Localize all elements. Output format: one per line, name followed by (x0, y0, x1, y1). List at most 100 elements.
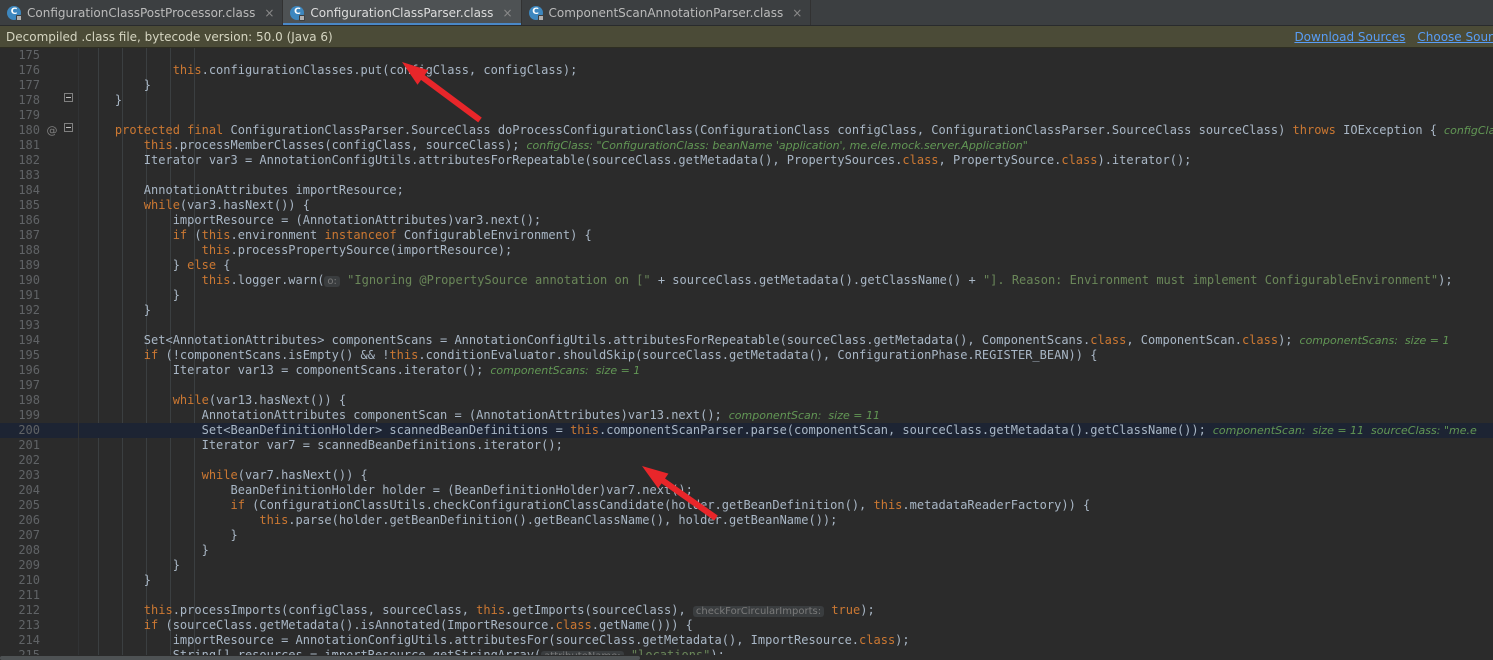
close-icon[interactable]: × (261, 7, 274, 19)
line-gutter[interactable]: 211 (0, 588, 78, 603)
code-text[interactable]: this.processPropertySource(importResourc… (86, 243, 513, 258)
line-gutter[interactable]: 183 (0, 168, 78, 183)
code-line[interactable]: 182 Iterator var3 = AnnotationConfigUtil… (0, 153, 1493, 168)
code-text[interactable]: } (86, 288, 180, 303)
code-line[interactable]: 189 } else { (0, 258, 1493, 273)
code-line[interactable]: 178 } (0, 93, 1493, 108)
code-line[interactable]: 181 this.processMemberClasses(configClas… (0, 138, 1493, 153)
line-gutter[interactable]: 194 (0, 333, 78, 348)
close-icon[interactable]: × (789, 7, 802, 19)
line-gutter[interactable]: 199 (0, 408, 78, 423)
code-text[interactable]: while(var13.hasNext()) { (86, 393, 346, 408)
fold-toggle-icon[interactable] (60, 93, 76, 108)
line-gutter[interactable]: 214 (0, 633, 78, 648)
line-gutter[interactable]: 209 (0, 558, 78, 573)
code-text[interactable]: Set<BeanDefinitionHolder> scannedBeanDef… (86, 423, 1477, 438)
line-gutter[interactable]: 205 (0, 498, 78, 513)
code-editor[interactable]: 175 176 this.configurationClasses.put(con… (0, 48, 1493, 660)
line-gutter[interactable]: 191 (0, 288, 78, 303)
code-line[interactable]: 204 BeanDefinitionHolder holder = (BeanD… (0, 483, 1493, 498)
tab-componentscanannotationparser[interactable]: C ComponentScanAnnotationParser.class × (521, 0, 812, 25)
line-gutter[interactable]: 212 (0, 603, 78, 618)
code-line[interactable]: 211 (0, 588, 1493, 603)
code-line[interactable]: 177 } (0, 78, 1493, 93)
line-gutter[interactable]: 187 (0, 228, 78, 243)
code-text[interactable]: if (ConfigurationClassUtils.checkConfigu… (86, 498, 1091, 513)
code-line[interactable]: 201 Iterator var7 = scannedBeanDefinitio… (0, 438, 1493, 453)
line-gutter[interactable]: 197 (0, 378, 78, 393)
line-gutter[interactable]: 188 (0, 243, 78, 258)
line-gutter[interactable]: 204 (0, 483, 78, 498)
line-gutter[interactable]: 213 (0, 618, 78, 633)
code-line[interactable]: 206 this.parse(holder.getBeanDefinition(… (0, 513, 1493, 528)
code-text[interactable]: if (!componentScans.isEmpty() && !this.c… (86, 348, 1098, 363)
code-text[interactable]: BeanDefinitionHolder holder = (BeanDefin… (86, 483, 692, 498)
line-gutter[interactable]: 190 (0, 273, 78, 288)
code-text[interactable]: AnnotationAttributes componentScan = (An… (86, 408, 880, 423)
line-gutter[interactable]: 210 (0, 573, 78, 588)
code-text[interactable]: Set<AnnotationAttributes> componentScans… (86, 333, 1450, 348)
line-gutter[interactable]: 178 (0, 93, 78, 108)
line-gutter[interactable]: 177 (0, 78, 78, 93)
code-text[interactable]: if (this.environment instanceof Configur… (86, 228, 592, 243)
code-line[interactable]: 175 (0, 48, 1493, 63)
override-marker-icon[interactable]: @ (44, 123, 60, 138)
code-line[interactable]: 193 (0, 318, 1493, 333)
code-line[interactable]: 210 } (0, 573, 1493, 588)
line-gutter[interactable]: 179 (0, 108, 78, 123)
line-gutter[interactable]: 175 (0, 48, 78, 63)
line-gutter[interactable]: 203 (0, 468, 78, 483)
code-line[interactable]: 186 importResource = (AnnotationAttribut… (0, 213, 1493, 228)
code-text[interactable]: this.parse(holder.getBeanDefinition().ge… (86, 513, 837, 528)
code-text[interactable]: importResource = AnnotationConfigUtils.a… (86, 633, 910, 648)
code-line[interactable]: 198 while(var13.hasNext()) { (0, 393, 1493, 408)
close-icon[interactable]: × (499, 7, 512, 19)
code-line[interactable]: 180 @ protected final ConfigurationClassP… (0, 123, 1493, 138)
code-text[interactable]: Iterator var13 = componentScans.iterator… (86, 363, 641, 378)
code-line[interactable]: 191 } (0, 288, 1493, 303)
code-line[interactable]: 199 AnnotationAttributes componentScan =… (0, 408, 1493, 423)
line-gutter[interactable]: 189 (0, 258, 78, 273)
code-line[interactable]: 188 this.processPropertySource(importRes… (0, 243, 1493, 258)
tab-configurationclassparser[interactable]: C ConfigurationClassParser.class × (283, 0, 522, 25)
code-text[interactable]: } (86, 93, 122, 108)
code-text[interactable]: while(var3.hasNext()) { (86, 198, 310, 213)
fold-toggle-icon[interactable] (60, 123, 76, 138)
code-line[interactable]: 202 (0, 453, 1493, 468)
line-gutter[interactable]: 181 (0, 138, 78, 153)
code-line[interactable]: 212 this.processImports(configClass, sou… (0, 603, 1493, 618)
line-gutter[interactable]: 200 (0, 423, 78, 438)
code-line[interactable]: 213 if (sourceClass.getMetadata().isAnno… (0, 618, 1493, 633)
line-gutter[interactable]: 201 (0, 438, 78, 453)
code-line[interactable]: 214 importResource = AnnotationConfigUti… (0, 633, 1493, 648)
line-gutter[interactable]: 198 (0, 393, 78, 408)
line-gutter[interactable]: 206 (0, 513, 78, 528)
code-text[interactable]: } (86, 558, 180, 573)
code-line[interactable]: 203 while(var7.hasNext()) { (0, 468, 1493, 483)
code-text[interactable]: Iterator var7 = scannedBeanDefinitions.i… (86, 438, 563, 453)
horizontal-scrollbar[interactable] (0, 655, 1493, 660)
line-gutter[interactable]: 202 (0, 453, 78, 468)
line-gutter[interactable]: 182 (0, 153, 78, 168)
choose-sources-link[interactable]: Choose Sour (1417, 30, 1493, 44)
code-text[interactable]: } (86, 573, 151, 588)
code-text[interactable]: } (86, 303, 151, 318)
code-text[interactable]: this.processMemberClasses(configClass, s… (86, 138, 1028, 153)
code-line[interactable]: 197 (0, 378, 1493, 393)
code-line[interactable]: 192 } (0, 303, 1493, 318)
code-line[interactable]: 196 Iterator var13 = componentScans.iter… (0, 363, 1493, 378)
code-line[interactable]: 183 (0, 168, 1493, 183)
code-text[interactable]: Iterator var3 = AnnotationConfigUtils.at… (86, 153, 1192, 168)
code-line[interactable]: 205 if (ConfigurationClassUtils.checkCon… (0, 498, 1493, 513)
code-line[interactable]: 176 this.configurationClasses.put(config… (0, 63, 1493, 78)
line-gutter[interactable]: 208 (0, 543, 78, 558)
code-text[interactable]: } (86, 543, 209, 558)
line-gutter[interactable]: 186 (0, 213, 78, 228)
line-gutter[interactable]: 192 (0, 303, 78, 318)
line-gutter[interactable]: 184 (0, 183, 78, 198)
code-line[interactable]: 185 while(var3.hasNext()) { (0, 198, 1493, 213)
code-text[interactable]: } else { (86, 258, 231, 273)
code-text[interactable]: this.processImports(configClass, sourceC… (86, 603, 875, 618)
download-sources-link[interactable]: Download Sources (1294, 30, 1405, 44)
code-line[interactable]: 207 } (0, 528, 1493, 543)
